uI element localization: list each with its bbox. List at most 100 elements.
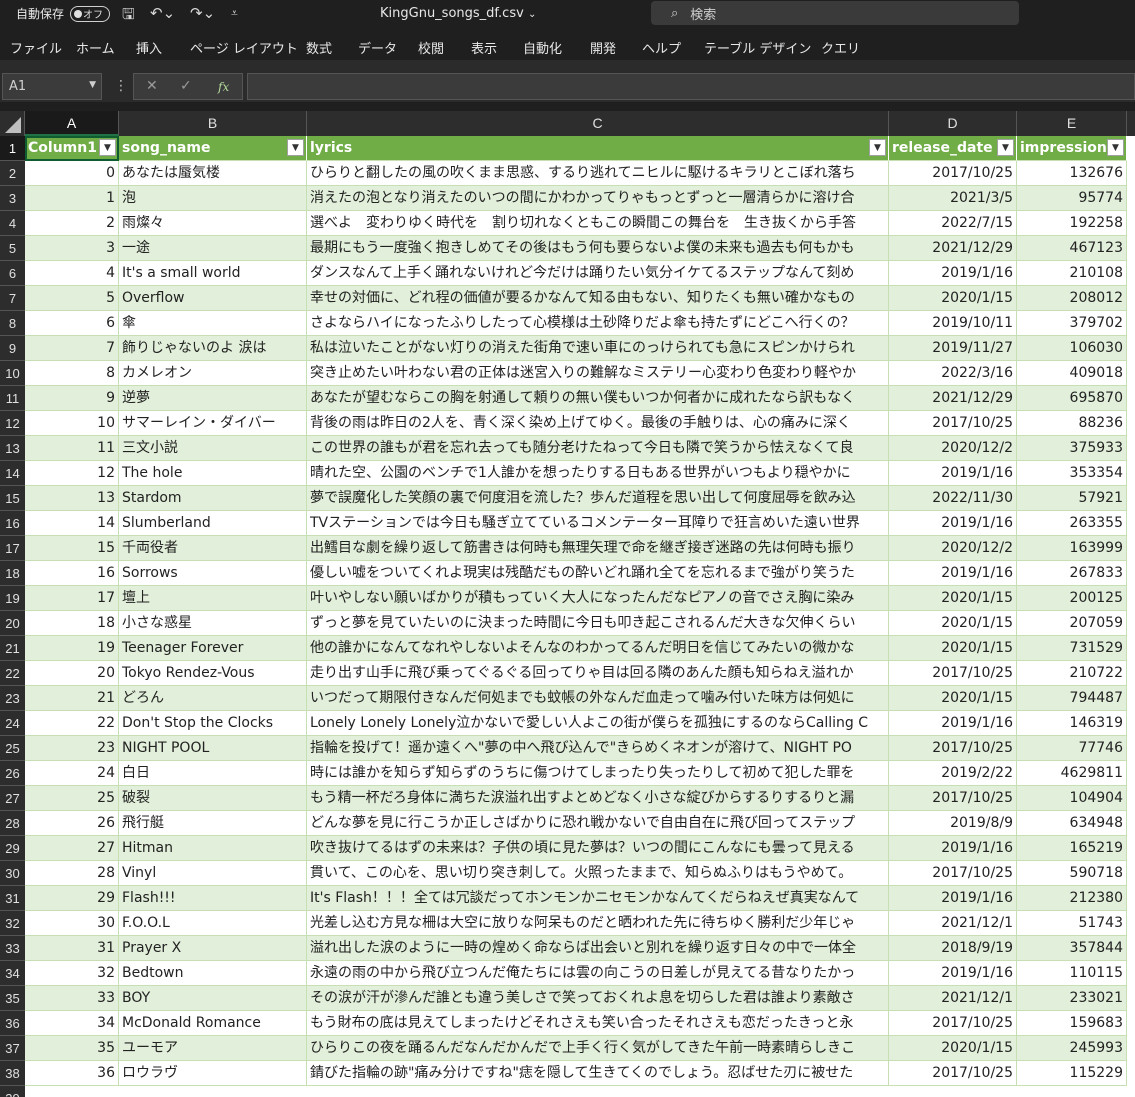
lyrics-cell[interactable]: 永遠の雨の中から飛び立つんだ俺たちには雲の向こうの日差しが見えてる昔なりたかっ <box>307 961 889 986</box>
index-cell[interactable]: 11 <box>25 436 119 461</box>
song-name-cell[interactable]: Sorrows <box>119 561 307 586</box>
release-date-cell[interactable]: 2019/1/16 <box>889 511 1017 536</box>
release-date-cell[interactable]: 2020/12/2 <box>889 436 1017 461</box>
row-header[interactable]: 31 <box>0 886 25 911</box>
tab-developer[interactable]: 開発 <box>590 38 616 57</box>
row-header[interactable]: 15 <box>0 486 25 511</box>
lyrics-cell[interactable]: 夢で誤魔化した笑顔の裏で何度泪を流した？歩んだ道程を思い出して何度屈辱を飲み込 <box>307 486 889 511</box>
song-name-cell[interactable]: Vinyl <box>119 861 307 886</box>
impression-cell[interactable]: 267833 <box>1017 561 1127 586</box>
select-all-button[interactable] <box>0 111 25 136</box>
song-name-cell[interactable]: It's a small world <box>119 261 307 286</box>
index-cell[interactable]: 1 <box>25 186 119 211</box>
index-cell[interactable]: 19 <box>25 636 119 661</box>
impression-cell[interactable]: 110115 <box>1017 961 1127 986</box>
song-name-cell[interactable]: どろん <box>119 686 307 711</box>
index-cell[interactable]: 0 <box>25 161 119 186</box>
index-cell[interactable]: 30 <box>25 911 119 936</box>
index-cell[interactable]: 10 <box>25 411 119 436</box>
song-name-cell[interactable]: サマーレイン・ダイバー <box>119 411 307 436</box>
song-name-cell[interactable]: ロウラヴ <box>119 1061 307 1086</box>
lyrics-cell[interactable]: 幸せの対価に、どれ程の価値が要るかなんて知る由もない、知りたくも無い確かなもの <box>307 286 889 311</box>
row-header[interactable]: 4 <box>0 211 25 236</box>
release-date-cell[interactable]: 2021/12/1 <box>889 986 1017 1011</box>
column-header-a[interactable]: A <box>25 111 119 136</box>
release-date-cell[interactable]: 2017/10/25 <box>889 861 1017 886</box>
song-name-cell[interactable]: 雨燦々 <box>119 211 307 236</box>
impression-cell[interactable]: 695870 <box>1017 386 1127 411</box>
impression-cell[interactable]: 409018 <box>1017 361 1127 386</box>
filter-dropdown-icon[interactable]: ▼ <box>287 139 304 156</box>
lyrics-cell[interactable]: 時には誰かを知らず知らずのうちに傷つけてしまったり失ったりして初めて犯した罪を <box>307 761 889 786</box>
lyrics-cell[interactable]: ダンスなんて上手く踊れないけれど今だけは踊りたい気分イケてるステップなんて刻め <box>307 261 889 286</box>
row-header[interactable]: 26 <box>0 761 25 786</box>
lyrics-cell[interactable]: もう財布の底は見えてしまったけどそれさえも笑い合ったそれさえも恋だったきっと永 <box>307 1011 889 1036</box>
release-date-cell[interactable]: 2019/11/27 <box>889 336 1017 361</box>
row-header[interactable]: 29 <box>0 836 25 861</box>
release-date-cell[interactable]: 2019/1/16 <box>889 711 1017 736</box>
column-header-b[interactable]: B <box>119 111 307 136</box>
lyrics-cell[interactable]: 出鱈目な劇を繰り返して筋書きは何時も無理矢理で命を継ぎ接ぎ迷路の先は何時も振り <box>307 536 889 561</box>
filter-dropdown-icon[interactable]: ▼ <box>869 139 886 156</box>
song-name-cell[interactable]: BOY <box>119 986 307 1011</box>
song-name-cell[interactable]: 破裂 <box>119 786 307 811</box>
song-name-cell[interactable]: Slumberland <box>119 511 307 536</box>
impression-cell[interactable]: 379702 <box>1017 311 1127 336</box>
lyrics-cell[interactable]: 私は泣いたことがない灯りの消えた街角で速い車にのっけられても急にスピンかけられ <box>307 336 889 361</box>
row-header[interactable]: 2 <box>0 161 25 186</box>
impression-cell[interactable]: 233021 <box>1017 986 1127 1011</box>
song-name-cell[interactable]: Teenager Forever <box>119 636 307 661</box>
index-cell[interactable]: 2 <box>25 211 119 236</box>
row-header[interactable]: 12 <box>0 411 25 436</box>
impression-cell[interactable]: 212380 <box>1017 886 1127 911</box>
release-date-cell[interactable]: 2022/11/30 <box>889 486 1017 511</box>
tab-review[interactable]: 校閲 <box>418 38 444 57</box>
row-header[interactable]: 25 <box>0 736 25 761</box>
autosave-toggle[interactable]: オフ <box>70 5 111 22</box>
impression-cell[interactable]: 210108 <box>1017 261 1127 286</box>
lyrics-cell[interactable]: 選べよ 変わりゆく時代を 割り切れなくともこの瞬間この舞台を 生き抜くから手答 <box>307 211 889 236</box>
lyrics-cell[interactable]: 吹き抜けてるはずの未来は？子供の頃に見た夢は？いつの間にこんなにも曇って見える <box>307 836 889 861</box>
row-header[interactable]: 33 <box>0 936 25 961</box>
release-date-cell[interactable]: 2017/10/25 <box>889 786 1017 811</box>
impression-cell[interactable]: 4629811 <box>1017 761 1127 786</box>
row-header[interactable]: 32 <box>0 911 25 936</box>
song-name-cell[interactable]: 千両役者 <box>119 536 307 561</box>
table-header-cell[interactable]: song_name ▼ <box>119 136 307 161</box>
row-header[interactable]: 20 <box>0 611 25 636</box>
release-date-cell[interactable]: 2019/1/16 <box>889 461 1017 486</box>
row-header[interactable]: 7 <box>0 286 25 311</box>
release-date-cell[interactable]: 2017/10/25 <box>889 161 1017 186</box>
song-name-cell[interactable]: 飾りじゃないのよ 涙は <box>119 336 307 361</box>
lyrics-cell[interactable]: その涙が汗が滲んだ誰とも違う美しさで笑っておくれよ息を切らした君は誰より素敵さ <box>307 986 889 1011</box>
index-cell[interactable]: 16 <box>25 561 119 586</box>
lyrics-cell[interactable]: 優しい嘘をついてくれよ現実は残酷だもの酔いどれ踊れ全てを忘れるまで強がり笑うた <box>307 561 889 586</box>
impression-cell[interactable]: 104904 <box>1017 786 1127 811</box>
lyrics-cell[interactable]: 貫いて、この心を、思い切り突き刺して。火照ったままで、知らぬふりはもうやめて。 <box>307 861 889 886</box>
index-cell[interactable]: 14 <box>25 511 119 536</box>
impression-cell[interactable]: 77746 <box>1017 736 1127 761</box>
row-header[interactable]: 38 <box>0 1061 25 1086</box>
song-name-cell[interactable]: Don't Stop the Clocks <box>119 711 307 736</box>
search-box[interactable]: ⌕ 検索 <box>651 1 1019 25</box>
table-header-cell[interactable]: lyrics ▼ <box>307 136 889 161</box>
release-date-cell[interactable]: 2019/1/16 <box>889 886 1017 911</box>
impression-cell[interactable]: 95774 <box>1017 186 1127 211</box>
song-name-cell[interactable]: Prayer X <box>119 936 307 961</box>
song-name-cell[interactable]: 飛行艇 <box>119 811 307 836</box>
tab-table-design[interactable]: テーブル デザイン <box>704 38 811 57</box>
index-cell[interactable]: 21 <box>25 686 119 711</box>
tab-automate[interactable]: 自動化 <box>523 38 562 57</box>
lyrics-cell[interactable]: もう精一杯だろ身体に満ちた涙溢れ出すよとめどなく小さな綻びからするりするりと漏 <box>307 786 889 811</box>
index-cell[interactable]: 12 <box>25 461 119 486</box>
save-icon[interactable]: 🖫 <box>122 4 135 29</box>
file-title[interactable]: KingGnu_songs_df.csv ⌄ <box>380 6 536 21</box>
tab-home[interactable]: ホーム <box>76 38 115 57</box>
filter-dropdown-icon[interactable]: ▼ <box>99 139 116 156</box>
lyrics-cell[interactable]: あなたが望むならこの胸を射通して頼りの無い僕もいつか何者かに成れたなら訳もなく <box>307 386 889 411</box>
row-header[interactable]: 11 <box>0 386 25 411</box>
tab-insert[interactable]: 挿入 <box>136 38 162 57</box>
song-name-cell[interactable]: 傘 <box>119 311 307 336</box>
index-cell[interactable]: 27 <box>25 836 119 861</box>
song-name-cell[interactable]: カメレオン <box>119 361 307 386</box>
